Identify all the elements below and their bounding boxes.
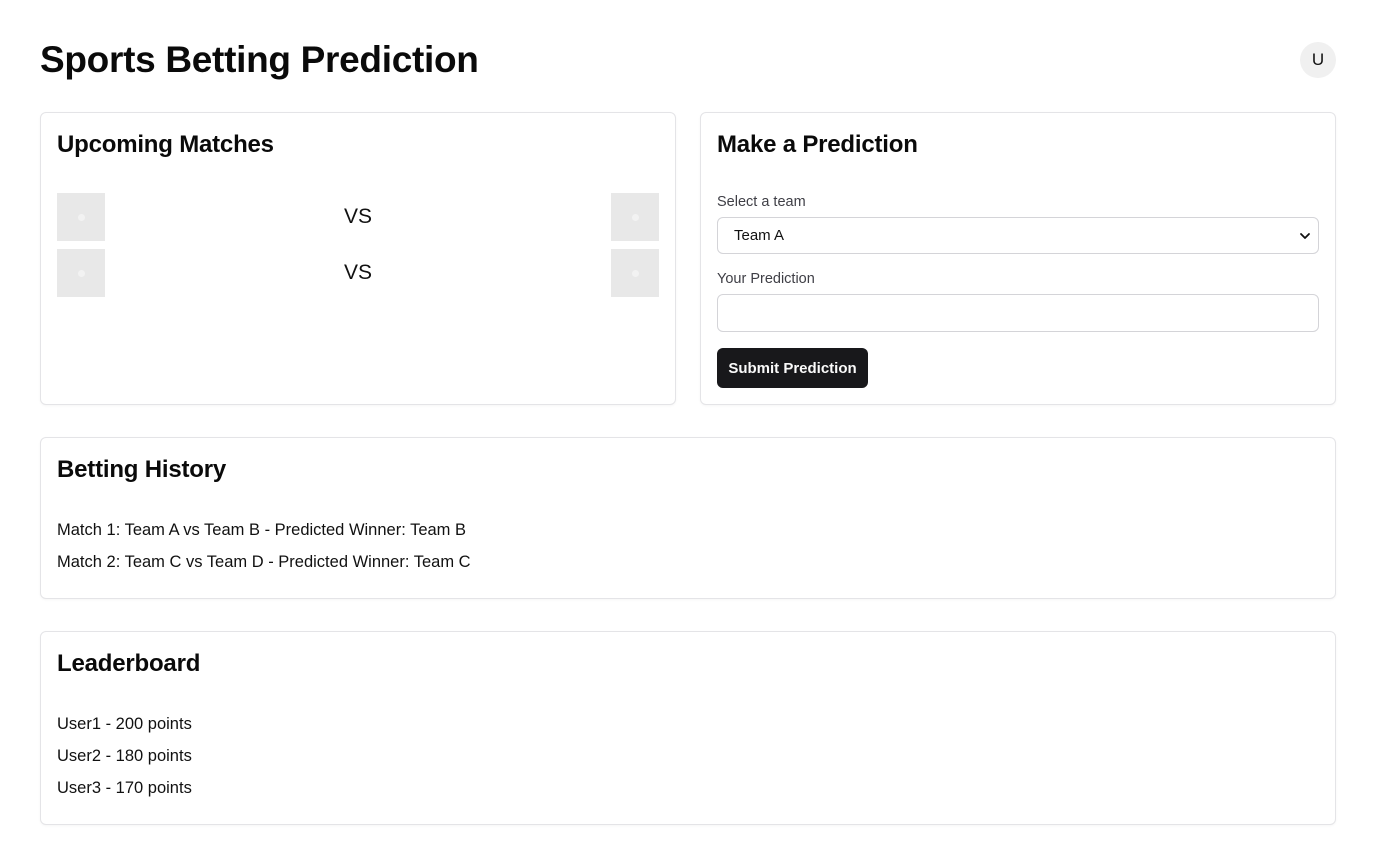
betting-history-title: Betting History	[57, 456, 227, 483]
submit-prediction-button[interactable]: Submit Prediction	[717, 348, 868, 388]
team-select-value: Team A	[734, 227, 785, 244]
prediction-input-label: Your Prediction	[717, 271, 815, 287]
upcoming-matches-title: Upcoming Matches	[57, 131, 274, 158]
history-item: Match 1: Team A vs Team B - Predicted Wi…	[57, 521, 467, 539]
leaderboard-card: Leaderboard User1 - 200 points User2 - 1…	[40, 631, 1336, 825]
leaderboard-item: User1 - 200 points	[57, 715, 192, 733]
prediction-input[interactable]	[717, 294, 1319, 332]
prediction-title: Make a Prediction	[717, 131, 918, 158]
chevron-down-icon	[1300, 233, 1310, 239]
leaderboard-title: Leaderboard	[57, 650, 201, 677]
vs-label: VS	[343, 261, 372, 284]
avatar[interactable]: U	[1300, 42, 1336, 78]
away-team-logo	[611, 249, 659, 297]
page-title: Sports Betting Prediction	[40, 39, 479, 80]
match-row[interactable]: VS	[57, 193, 659, 241]
upcoming-matches-card: Upcoming Matches VS VS	[40, 112, 676, 405]
match-row[interactable]: VS	[57, 249, 659, 297]
team-select-label: Select a team	[717, 194, 806, 210]
away-team-logo	[611, 193, 659, 241]
vs-label: VS	[343, 205, 372, 228]
team-select[interactable]: Team A	[717, 217, 1319, 254]
history-item: Match 2: Team C vs Team D - Predicted Wi…	[57, 553, 471, 571]
prediction-card: Make a Prediction Select a team Team A Y…	[700, 112, 1336, 405]
leaderboard-item: User3 - 170 points	[57, 779, 192, 797]
betting-history-card: Betting History Match 1: Team A vs Team …	[40, 437, 1336, 599]
leaderboard-item: User2 - 180 points	[57, 747, 192, 765]
page-header: Sports Betting Prediction U	[40, 38, 1336, 82]
